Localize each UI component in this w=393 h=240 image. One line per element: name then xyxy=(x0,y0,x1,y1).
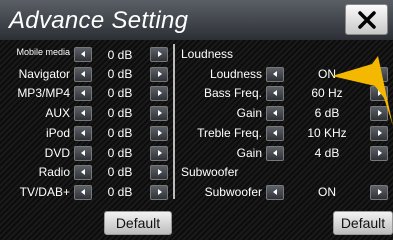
row-label-dvd: DVD xyxy=(44,146,70,160)
increase-tv-dab-button[interactable] xyxy=(150,185,168,200)
arrow-left-icon xyxy=(81,90,85,96)
decrease-bass-freq-button[interactable] xyxy=(266,86,284,101)
section-loudness: Loudness xyxy=(181,47,234,61)
row-label-mp3-mp4: MP3/MP4 xyxy=(17,86,70,100)
arrow-left-icon xyxy=(81,150,85,156)
row-label-ipod: iPod xyxy=(45,126,70,140)
row-label-subwoofer: Subwoofer xyxy=(204,185,262,199)
row-label-bass-freq: Bass Freq. xyxy=(203,86,262,100)
row-label-loudness: Loudness xyxy=(209,67,262,81)
row-label-tv-dab: TV/DAB+ xyxy=(19,185,70,199)
arrow-right-icon xyxy=(378,150,382,156)
arrow-right-icon xyxy=(158,130,162,136)
increase-ipod-button[interactable] xyxy=(150,126,168,141)
arrow-left-icon xyxy=(273,150,277,156)
increase-treble-gain-button[interactable] xyxy=(370,146,388,161)
arrow-left-icon xyxy=(81,51,85,57)
arrow-right-icon xyxy=(158,169,162,175)
pointer-arrow-icon xyxy=(332,56,393,126)
decrease-treble-freq-button[interactable] xyxy=(266,126,284,141)
row-label-radio: Radio xyxy=(38,165,70,179)
value-dvd: 0 dB xyxy=(107,146,133,160)
arrow-left-icon xyxy=(81,169,85,175)
value-subwoofer: ON xyxy=(318,185,336,199)
close-button[interactable] xyxy=(345,4,388,35)
increase-mobile-media-button[interactable] xyxy=(150,47,168,62)
value-treble-gain: 4 dB xyxy=(314,146,340,160)
increase-mp3-mp4-button[interactable] xyxy=(150,86,168,101)
decrease-mp3-mp4-button[interactable] xyxy=(74,86,92,101)
decrease-radio-button[interactable] xyxy=(74,165,92,180)
arrow-right-icon xyxy=(158,150,162,156)
value-navigator: 0 dB xyxy=(107,67,133,81)
decrease-aux-button[interactable] xyxy=(74,106,92,121)
value-mp3-mp4: 0 dB xyxy=(107,86,133,100)
value-tv-dab: 0 dB xyxy=(107,185,133,199)
decrease-subwoofer-button[interactable] xyxy=(266,185,284,200)
column-divider xyxy=(173,44,175,199)
row-label-treble-gain: Gain xyxy=(236,146,262,160)
value-aux: 0 dB xyxy=(107,106,133,120)
arrow-right-icon xyxy=(158,51,162,57)
decrease-mobile-media-button[interactable] xyxy=(74,47,92,62)
arrow-right-icon xyxy=(378,189,382,195)
arrow-left-icon xyxy=(273,130,277,136)
default-button-right[interactable]: Default xyxy=(333,211,393,235)
decrease-treble-gain-button[interactable] xyxy=(266,146,284,161)
increase-treble-freq-button[interactable] xyxy=(370,126,388,141)
increase-navigator-button[interactable] xyxy=(150,67,168,82)
page-title: Advance Setting xyxy=(9,7,189,34)
decrease-ipod-button[interactable] xyxy=(74,126,92,141)
row-label-mobile-media: Mobile media xyxy=(16,47,70,57)
value-ipod: 0 dB xyxy=(107,126,133,140)
increase-aux-button[interactable] xyxy=(150,106,168,121)
decrease-bass-gain-button[interactable] xyxy=(266,106,284,121)
value-mobile-media: 0 dB xyxy=(107,48,133,62)
arrow-left-icon xyxy=(81,110,85,116)
decrease-loudness-button[interactable] xyxy=(266,67,284,82)
arrow-left-icon xyxy=(81,189,85,195)
decrease-dvd-button[interactable] xyxy=(74,146,92,161)
close-icon xyxy=(358,11,376,29)
decrease-tv-dab-button[interactable] xyxy=(74,185,92,200)
section-subwoofer: Subwoofer xyxy=(181,165,239,179)
default-button-left[interactable]: Default xyxy=(104,211,172,235)
increase-dvd-button[interactable] xyxy=(150,146,168,161)
value-radio: 0 dB xyxy=(107,165,133,179)
arrow-left-icon xyxy=(81,71,85,77)
arrow-right-icon xyxy=(158,71,162,77)
increase-radio-button[interactable] xyxy=(150,165,168,180)
arrow-right-icon xyxy=(378,130,382,136)
row-label-bass-gain: Gain xyxy=(236,106,262,120)
arrow-left-icon xyxy=(81,130,85,136)
value-treble-freq: 10 KHz xyxy=(307,126,347,140)
arrow-right-icon xyxy=(158,90,162,96)
row-label-treble-freq: Treble Freq. xyxy=(197,126,262,140)
arrow-left-icon xyxy=(273,189,277,195)
row-label-aux: AUX xyxy=(45,106,70,120)
increase-subwoofer-button[interactable] xyxy=(370,185,388,200)
arrow-left-icon xyxy=(273,110,277,116)
arrow-right-icon xyxy=(158,110,162,116)
decrease-navigator-button[interactable] xyxy=(74,67,92,82)
arrow-left-icon xyxy=(273,71,277,77)
title-bar: Advance Setting xyxy=(0,0,393,41)
arrow-right-icon xyxy=(158,189,162,195)
row-label-navigator: Navigator xyxy=(18,67,70,81)
arrow-left-icon xyxy=(273,90,277,96)
